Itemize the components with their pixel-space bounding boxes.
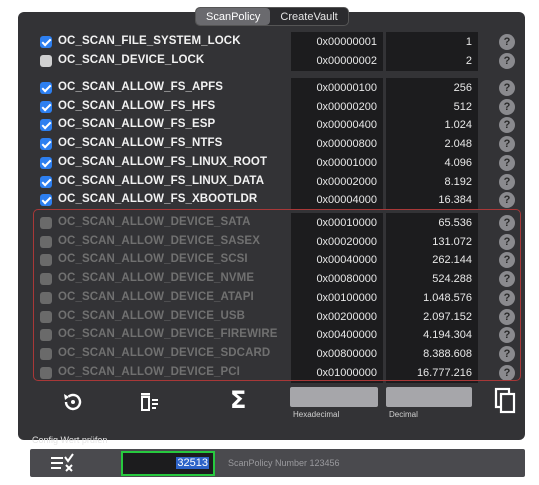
check-config-button[interactable] (48, 452, 76, 474)
flag-hex-value: 0x00000800 (291, 134, 383, 155)
trash-list-icon (141, 393, 158, 411)
help-icon[interactable]: ? (499, 136, 515, 153)
flag-label: OC_SCAN_ALLOW_FS_LINUX_DATA (58, 174, 265, 187)
help-icon[interactable]: ? (499, 80, 515, 96)
sum-icon: Σ (230, 386, 247, 414)
flag-label: OC_SCAN_ALLOW_FS_ESP (58, 118, 216, 131)
help-icon[interactable]: ? (499, 173, 515, 190)
flag-label: OC_SCAN_ALLOW_FS_NTFS (58, 137, 223, 150)
hex-output-field[interactable] (290, 387, 378, 407)
flag-dec-value: 16.384 (386, 190, 478, 211)
config-value-input[interactable]: 32513 (121, 451, 215, 476)
clear-button[interactable] (137, 389, 163, 415)
hex-field-label: Hexadecimal (293, 410, 340, 419)
flag-dec-value: 1 (386, 32, 478, 52)
copy-button[interactable] (493, 387, 519, 415)
config-value-text: 32513 (176, 457, 209, 469)
flag-dec-value: 8.192 (386, 171, 478, 192)
flag-label: OC_SCAN_ALLOW_FS_HFS (58, 99, 216, 112)
flag-row: OC_SCAN_ALLOW_FS_LINUX_ROOT 0x00001000 4.0… (38, 152, 518, 173)
flag-dec-value: 4.096 (386, 152, 478, 173)
help-icon[interactable]: ? (499, 52, 515, 69)
tab-createvault[interactable]: CreateVault (270, 8, 347, 25)
sum-button[interactable]: Σ (230, 386, 256, 414)
tab-scanpolicy[interactable]: ScanPolicy (196, 8, 271, 25)
checklist-icon (51, 453, 74, 472)
flag-hex-value: 0x00001000 (291, 152, 383, 173)
flag-row: OC_SCAN_ALLOW_FS_APFS 0x00000100 256? (38, 78, 518, 98)
flag-checkbox[interactable] (40, 138, 52, 151)
flag-hex-value: 0x00004000 (291, 190, 383, 211)
flag-row: OC_SCAN_ALLOW_FS_ESP 0x00000400 1.024? (38, 115, 518, 136)
flag-checkbox[interactable] (40, 156, 52, 169)
device-flags-group (33, 209, 521, 381)
flag-checkbox[interactable] (40, 54, 52, 67)
flag-hex-value: 0x00000200 (291, 96, 383, 117)
flag-hex-value: 0x00002000 (291, 171, 383, 192)
reset-icon (64, 393, 82, 411)
flag-checkbox[interactable] (40, 119, 52, 132)
flag-row: OC_SCAN_ALLOW_FS_HFS 0x00000200 512? (38, 96, 518, 117)
flag-row: OC_SCAN_DEVICE_LOCK 0x00000002 2? (38, 50, 518, 71)
help-icon[interactable]: ? (499, 34, 515, 50)
flag-row: OC_SCAN_ALLOW_FS_LINUX_DATA 0x00002000 8.1… (38, 171, 518, 192)
help-icon[interactable]: ? (499, 117, 515, 134)
scanpolicy-number-label: ScanPolicy Number 123456 (228, 458, 340, 468)
help-icon[interactable]: ? (499, 154, 515, 171)
flag-dec-value: 256 (386, 78, 478, 98)
flag-row: OC_SCAN_FILE_SYSTEM_LOCK 0x00000001 1? (38, 32, 518, 52)
help-icon[interactable]: ? (499, 98, 515, 115)
flag-checkbox[interactable] (40, 82, 52, 94)
flag-checkbox[interactable] (40, 36, 52, 48)
help-icon[interactable]: ? (499, 192, 515, 209)
flag-label: OC_SCAN_ALLOW_FS_APFS (58, 81, 224, 93)
flag-dec-value: 2.048 (386, 134, 478, 155)
flag-hex-value: 0x00000001 (291, 32, 383, 52)
flag-row: OC_SCAN_ALLOW_FS_NTFS 0x00000800 2.048? (38, 134, 518, 155)
flag-label: OC_SCAN_DEVICE_LOCK (58, 53, 205, 66)
copy-icon (494, 387, 516, 414)
flag-checkbox[interactable] (40, 100, 52, 113)
flag-row: OC_SCAN_ALLOW_FS_XBOOTLDR 0x00004000 16.38… (38, 190, 518, 211)
tab-bar: ScanPolicy CreateVault (195, 7, 349, 26)
flag-label: OC_SCAN_ALLOW_FS_XBOOTLDR (58, 193, 258, 206)
flag-label: OC_SCAN_ALLOW_FS_LINUX_ROOT (58, 155, 268, 168)
reset-button[interactable] (60, 389, 86, 415)
flag-hex-value: 0x00000002 (291, 50, 383, 71)
flag-dec-value: 512 (386, 96, 478, 117)
config-check-label: Config Wert prüfen (32, 435, 108, 445)
flag-dec-value: 1.024 (386, 115, 478, 136)
dec-output-field[interactable] (386, 387, 472, 407)
flag-checkbox[interactable] (40, 175, 52, 188)
dec-field-label: Decimal (389, 410, 418, 419)
flag-hex-value: 0x00000400 (291, 115, 383, 136)
flag-checkbox[interactable] (40, 194, 52, 207)
flag-dec-value: 2 (386, 50, 478, 71)
flag-label: OC_SCAN_FILE_SYSTEM_LOCK (58, 35, 241, 47)
flag-hex-value: 0x00000100 (291, 78, 383, 98)
